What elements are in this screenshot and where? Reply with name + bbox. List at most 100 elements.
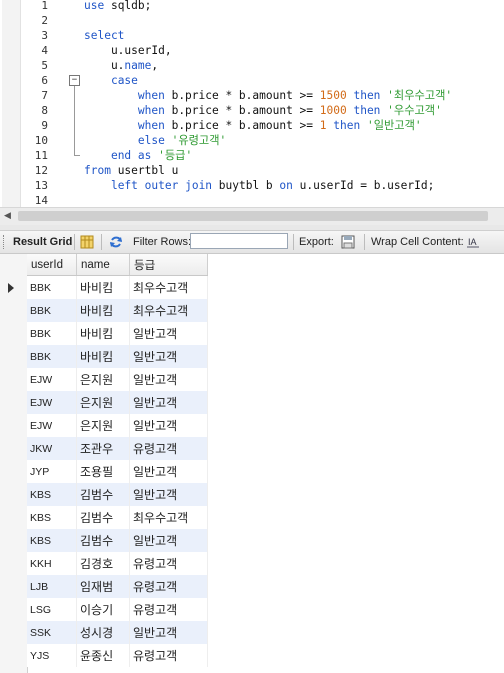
code-text[interactable]: u.name, [84, 58, 158, 73]
code-text[interactable]: left outer join buytbl b on u.userId = b… [84, 178, 434, 193]
result-grid-tab[interactable]: Result Grid [13, 235, 72, 249]
cell-userid[interactable]: EJW [27, 414, 77, 437]
cell-name[interactable]: 바비킴 [76, 345, 130, 368]
cell-name[interactable]: 김범수 [76, 506, 130, 529]
code-text[interactable]: else '유령고객' [84, 133, 226, 148]
cell-userid[interactable]: BBK [27, 345, 77, 368]
code-line[interactable]: 5 u.name, [0, 58, 504, 73]
cell-grade[interactable]: 유령고객 [129, 575, 208, 598]
table-row[interactable]: EJW 은지원 일반고객 [27, 391, 208, 414]
table-row[interactable]: LJB 임재범 유령고객 [27, 575, 208, 598]
results-table[interactable]: userId name 등급 BBK 바비킴 최우수고객 BBK 바비킴 최우수고객 BBK… [27, 254, 208, 667]
editor-horizontal-scrollbar[interactable]: ◀ [0, 207, 504, 225]
column-header-name[interactable]: name [76, 254, 130, 276]
wrap-text-icon[interactable]: IA [466, 235, 480, 249]
fold-toggle-icon[interactable]: − [69, 75, 80, 86]
export-icon[interactable] [341, 235, 355, 249]
code-line[interactable]: 9 when b.price * b.amount >= 1 then '일반고… [0, 118, 504, 133]
table-row[interactable]: BBK 바비킴 일반고객 [27, 322, 208, 345]
cell-grade[interactable]: 일반고객 [129, 529, 208, 552]
cell-grade[interactable]: 유령고객 [129, 644, 208, 667]
table-row[interactable]: KKH 김경호 유령고객 [27, 552, 208, 575]
cell-name[interactable]: 김경호 [76, 552, 130, 575]
column-header-grade[interactable]: 등급 [129, 254, 208, 276]
cell-grade[interactable]: 최우수고객 [129, 506, 208, 529]
table-row[interactable]: BBK 바비킴 최우수고객 [27, 299, 208, 322]
cell-grade[interactable]: 일반고객 [129, 345, 208, 368]
cell-userid[interactable]: JKW [27, 437, 77, 460]
cell-userid[interactable]: BBK [27, 299, 77, 322]
code-line[interactable]: 8 when b.price * b.amount >= 1000 then '… [0, 103, 504, 118]
code-line[interactable]: 13 left outer join buytbl b on u.userId … [0, 178, 504, 193]
cell-grade[interactable]: 일반고객 [129, 414, 208, 437]
refresh-icon[interactable] [109, 235, 123, 249]
sql-editor[interactable]: 1 use sqldb; 2 3 select 4 u.userId, 5 u.name, 6… [0, 0, 504, 207]
row-header-column[interactable] [0, 254, 28, 673]
table-row[interactable]: JYP 조용필 일반고객 [27, 460, 208, 483]
table-row[interactable]: SSK 성시경 일반고객 [27, 621, 208, 644]
cell-grade[interactable]: 일반고객 [129, 368, 208, 391]
cell-name[interactable]: 조용필 [76, 460, 130, 483]
cell-name[interactable]: 바비킴 [76, 322, 130, 345]
code-text[interactable]: use sqldb; [84, 0, 151, 13]
cell-name[interactable]: 은지원 [76, 391, 130, 414]
table-row[interactable]: EJW 은지원 일반고객 [27, 414, 208, 437]
cell-name[interactable]: 김범수 [76, 529, 130, 552]
code-line[interactable]: 4 u.userId, [0, 43, 504, 58]
cell-name[interactable]: 윤종신 [76, 644, 130, 667]
cell-name[interactable]: 조관우 [76, 437, 130, 460]
cell-userid[interactable]: BBK [27, 275, 77, 299]
cell-name[interactable]: 성시경 [76, 621, 130, 644]
cell-userid[interactable]: SSK [27, 621, 77, 644]
table-row[interactable]: YJS 윤종신 유령고객 [27, 644, 208, 667]
cell-grade[interactable]: 유령고객 [129, 598, 208, 621]
code-text[interactable]: when b.price * b.amount >= 1000 then '우수… [84, 103, 442, 118]
cell-name[interactable]: 임재범 [76, 575, 130, 598]
cell-userid[interactable]: YJS [27, 644, 77, 667]
code-text[interactable]: when b.price * b.amount >= 1500 then '최우… [84, 88, 452, 103]
code-area[interactable]: 1 use sqldb; 2 3 select 4 u.userId, 5 u.name, 6… [0, 0, 504, 207]
code-text[interactable]: when b.price * b.amount >= 1 then '일반고객' [84, 118, 422, 133]
code-text[interactable]: from usertbl u [84, 163, 178, 178]
table-row[interactable]: JKW 조관우 유령고객 [27, 437, 208, 460]
table-row[interactable]: KBS 김범수 일반고객 [27, 529, 208, 552]
cell-userid[interactable]: KKH [27, 552, 77, 575]
code-line[interactable]: 14 [0, 193, 504, 207]
code-line[interactable]: 12 from usertbl u [0, 163, 504, 178]
code-text[interactable]: u.userId, [84, 43, 172, 58]
cell-grade[interactable]: 일반고객 [129, 322, 208, 345]
code-text[interactable]: end as '등급' [84, 148, 192, 163]
cell-grade[interactable]: 일반고객 [129, 621, 208, 644]
code-line[interactable]: 2 [0, 13, 504, 28]
cell-grade[interactable]: 유령고객 [129, 552, 208, 575]
code-line[interactable]: 7 when b.price * b.amount >= 1500 then '… [0, 88, 504, 103]
cell-name[interactable]: 은지원 [76, 414, 130, 437]
cell-name[interactable]: 바비킴 [76, 275, 130, 299]
cell-grade[interactable]: 최우수고객 [129, 275, 208, 299]
result-grid[interactable]: userId name 등급 BBK 바비킴 최우수고객 BBK 바비킴 최우수고객 BBK… [0, 254, 504, 673]
scrollbar-thumb[interactable] [18, 211, 488, 221]
cell-grade[interactable]: 일반고객 [129, 460, 208, 483]
cell-name[interactable]: 김범수 [76, 483, 130, 506]
code-line[interactable]: 1 use sqldb; [0, 0, 504, 13]
code-line[interactable]: 3 select [0, 28, 504, 43]
code-text[interactable]: case [84, 73, 138, 88]
cell-userid[interactable]: LSG [27, 598, 77, 621]
cell-userid[interactable]: LJB [27, 575, 77, 598]
table-row[interactable]: BBK 바비킴 일반고객 [27, 345, 208, 368]
cell-userid[interactable]: BBK [27, 322, 77, 345]
cell-userid[interactable]: JYP [27, 460, 77, 483]
code-line[interactable]: 10 else '유령고객' [0, 133, 504, 148]
cell-userid[interactable]: EJW [27, 391, 77, 414]
cell-name[interactable]: 바비킴 [76, 299, 130, 322]
code-text[interactable]: select [84, 28, 124, 43]
table-row[interactable]: KBS 김범수 일반고객 [27, 483, 208, 506]
cell-grade[interactable]: 일반고객 [129, 483, 208, 506]
cell-userid[interactable]: KBS [27, 529, 77, 552]
cell-grade[interactable]: 유령고객 [129, 437, 208, 460]
cell-name[interactable]: 이승기 [76, 598, 130, 621]
cell-userid[interactable]: EJW [27, 368, 77, 391]
filter-rows-input[interactable] [190, 233, 288, 249]
cell-userid[interactable]: KBS [27, 506, 77, 529]
table-row[interactable]: LSG 이승기 유령고객 [27, 598, 208, 621]
